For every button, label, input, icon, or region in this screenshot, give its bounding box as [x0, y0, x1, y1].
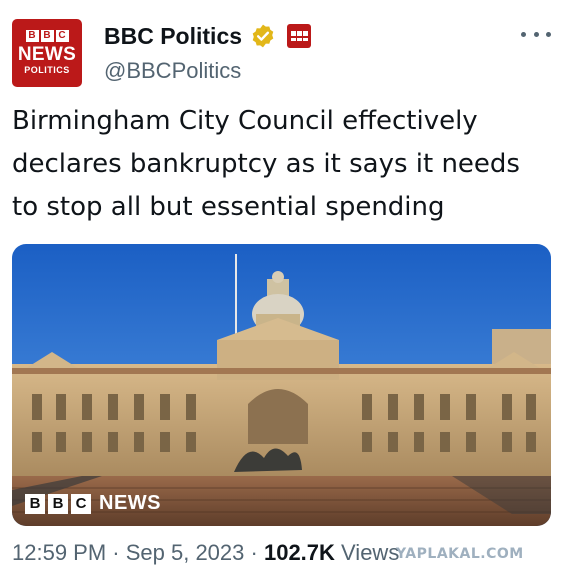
avatar-politics-text: POLITICS	[24, 65, 70, 75]
views-count: 102.7K	[263, 540, 335, 565]
author-handle[interactable]: @BBCPolitics	[104, 58, 241, 84]
more-options-icon[interactable]	[521, 24, 551, 44]
media-logo-block: B	[48, 493, 68, 514]
affiliation-block	[302, 38, 308, 41]
tweet-meta: 12:59 PM · Sep 5, 2023 · 102.7K Views	[12, 540, 399, 566]
tweet-time[interactable]: 12:59 PM	[12, 540, 106, 565]
media-logo-block: C	[71, 493, 91, 514]
affiliation-block	[290, 31, 296, 36]
verified-badge-icon[interactable]	[250, 23, 276, 49]
more-dot	[533, 31, 539, 37]
affiliation-blocks	[290, 31, 308, 36]
affiliation-block	[296, 38, 302, 41]
watermark-text: YAPLAKAL.COM	[396, 546, 524, 562]
affiliation-block	[302, 31, 308, 36]
avatar-bbc-blocks: B B C	[25, 30, 69, 42]
display-name[interactable]: BBC Politics	[104, 23, 242, 50]
affiliation-badge-icon[interactable]	[287, 24, 312, 48]
avatar[interactable]: B B C NEWS POLITICS	[12, 19, 82, 87]
affiliation-block	[296, 31, 302, 36]
avatar-news-text: NEWS	[17, 44, 77, 65]
avatar-block: B	[25, 30, 39, 42]
avatar-block: C	[55, 30, 69, 42]
views-label: Views	[334, 540, 400, 565]
tweet-date[interactable]: Sep 5, 2023	[126, 540, 245, 565]
tweet-text: Birmingham City Council effectively decl…	[12, 106, 520, 222]
avatar-block: B	[40, 30, 54, 42]
affiliation-block	[290, 38, 296, 41]
affiliation-blocks-2	[290, 38, 308, 41]
author-name-row: BBC Politics	[104, 22, 312, 50]
tweet-media-photo[interactable]: B B C NEWS	[12, 244, 551, 526]
media-bbc-news-logo: B B C NEWS	[25, 492, 161, 515]
more-dot	[546, 31, 551, 37]
council-house-photo	[12, 244, 551, 526]
media-logo-block: B	[25, 493, 45, 514]
media-logo-news-text: NEWS	[99, 492, 161, 514]
meta-separator: ·	[244, 540, 264, 565]
more-dot	[521, 31, 526, 37]
meta-separator: ·	[106, 540, 126, 565]
